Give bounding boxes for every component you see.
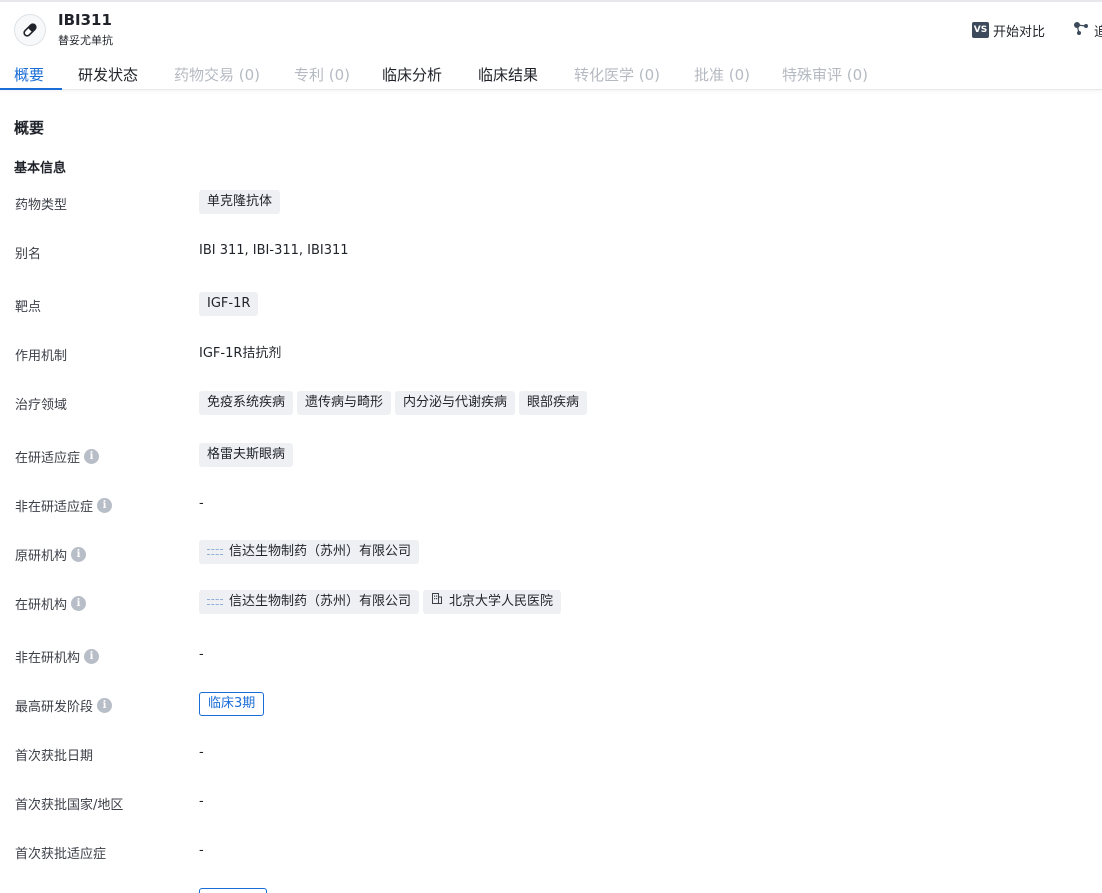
therapeutic-area-tag[interactable]: 内分泌与代谢疾病 bbox=[395, 391, 516, 415]
tab-clinical-results[interactable]: 临床结果 bbox=[478, 64, 538, 85]
track-label: 追 bbox=[1094, 24, 1102, 40]
basic-info-title: 基本信息 bbox=[14, 161, 67, 176]
first-approval-date-label-text: 首次获批日期 bbox=[15, 749, 94, 764]
mechanism-label-text: 作用机制 bbox=[15, 349, 68, 364]
active-indication-label: 在研适应症 i bbox=[15, 447, 100, 466]
first-approval-country-value: - bbox=[199, 794, 204, 809]
info-icon[interactable]: i bbox=[97, 698, 113, 713]
originator-value: 信达生物制药（苏州）有限公司 bbox=[199, 540, 420, 564]
first-approval-country-label-text: 首次获批国家/地区 bbox=[15, 798, 124, 813]
tab-translational-medicine[interactable]: 转化医学 (0) bbox=[574, 64, 660, 85]
track-button[interactable]: 追 bbox=[1072, 20, 1102, 40]
org-name: 北京大学人民医院 bbox=[449, 594, 554, 609]
mechanism-label: 作用机制 bbox=[15, 345, 67, 364]
target-label-text: 靶点 bbox=[15, 300, 42, 315]
tab-rd-status[interactable]: 研发状态 bbox=[78, 64, 138, 85]
active-indication-label-text: 在研适应症 bbox=[15, 451, 81, 466]
mechanism-value[interactable]: IGF-1R拮抗剂 bbox=[199, 342, 281, 361]
inactive-org-value: - bbox=[199, 647, 204, 662]
therapeutic-area-label-text: 治疗领域 bbox=[15, 398, 68, 413]
highest-phase-value: 临床3期 bbox=[199, 692, 265, 716]
highest-phase-label-text: 最高研发阶段 bbox=[15, 700, 94, 715]
drug-type-label: 药物类型 bbox=[15, 194, 67, 213]
inactive-org-label: 非在研机构 i bbox=[15, 647, 100, 666]
inactive-indication-value: - bbox=[199, 496, 204, 511]
active-tab-indicator bbox=[0, 88, 62, 90]
pill-icon bbox=[14, 14, 46, 46]
indication-tag[interactable]: 格雷夫斯眼病 bbox=[199, 443, 294, 467]
start-compare-button[interactable]: VS 开始对比 bbox=[972, 20, 1045, 40]
alias-label-text: 别名 bbox=[15, 247, 42, 262]
alias-value: IBI 311, IBI-311, IBI311 bbox=[199, 243, 349, 258]
vs-icon: VS bbox=[972, 22, 989, 38]
info-icon[interactable]: i bbox=[97, 498, 113, 513]
active-org-label-text: 在研机构 bbox=[15, 598, 68, 613]
org-name: 信达生物制药（苏州）有限公司 bbox=[229, 594, 412, 609]
first-approval-date-value: - bbox=[199, 745, 204, 760]
target-tag[interactable]: IGF-1R bbox=[199, 292, 259, 316]
phase-badge[interactable]: 临床3期 bbox=[199, 692, 265, 716]
target-value: IGF-1R bbox=[199, 292, 259, 316]
therapeutic-area-label: 治疗领域 bbox=[15, 394, 67, 413]
next-row-badge bbox=[199, 888, 267, 893]
originator-label: 原研机构 i bbox=[15, 545, 87, 564]
therapeutic-area-tag[interactable]: 遗传病与畸形 bbox=[297, 391, 392, 415]
org-tag[interactable]: 北京大学人民医院 bbox=[423, 590, 562, 614]
first-approval-country-label: 首次获批国家/地区 bbox=[15, 794, 123, 813]
drug-type-value: 单克隆抗体 bbox=[199, 190, 281, 214]
drug-name: IBI311 bbox=[58, 11, 112, 29]
alias-label: 别名 bbox=[15, 243, 41, 262]
first-approval-indication-value: - bbox=[199, 843, 204, 858]
tab-patents[interactable]: 专利 (0) bbox=[294, 64, 350, 85]
tab-overview[interactable]: 概要 bbox=[14, 64, 44, 85]
drug-type-label-text: 药物类型 bbox=[15, 198, 68, 213]
info-icon[interactable]: i bbox=[71, 547, 87, 562]
first-approval-indication-label-text: 首次获批适应症 bbox=[15, 847, 107, 862]
drug-generic-name: 替妥尤单抗 bbox=[58, 34, 113, 47]
inactive-indication-label: 非在研适应症 i bbox=[15, 496, 113, 515]
org-name: 信达生物制药（苏州）有限公司 bbox=[229, 544, 412, 559]
tab-drug-deals[interactable]: 药物交易 (0) bbox=[174, 64, 260, 85]
info-icon[interactable]: i bbox=[71, 596, 87, 611]
tab-clinical-analysis[interactable]: 临床分析 bbox=[382, 64, 442, 85]
org-tag[interactable]: 信达生物制药（苏州）有限公司 bbox=[199, 590, 420, 614]
tab-approvals[interactable]: 批准 (0) bbox=[694, 64, 750, 85]
active-org-label: 在研机构 i bbox=[15, 594, 87, 613]
originator-label-text: 原研机构 bbox=[15, 549, 68, 564]
active-org-value: 信达生物制药（苏州）有限公司 北京大学人民医院 bbox=[199, 590, 562, 614]
target-label: 靶点 bbox=[15, 296, 41, 315]
info-icon[interactable]: i bbox=[84, 449, 100, 464]
first-approval-date-label: 首次获批日期 bbox=[15, 745, 93, 764]
first-approval-indication-label: 首次获批适应症 bbox=[15, 843, 106, 862]
active-indication-value: 格雷夫斯眼病 bbox=[199, 443, 294, 467]
highest-phase-label: 最高研发阶段 i bbox=[15, 696, 113, 715]
hospital-building-icon bbox=[431, 590, 443, 614]
drug-header: IBI311 替妥尤单抗 VS 开始对比 追 bbox=[0, 0, 1102, 58]
company-logo-icon bbox=[207, 549, 223, 555]
network-icon bbox=[1072, 20, 1090, 40]
tab-bar: 概要 研发状态 药物交易 (0) 专利 (0) 临床分析 临床结果 转化医学 (… bbox=[0, 58, 1102, 90]
therapeutic-area-tag[interactable]: 免疫系统疾病 bbox=[199, 391, 294, 415]
inactive-org-label-text: 非在研机构 bbox=[15, 651, 81, 666]
info-icon[interactable]: i bbox=[84, 649, 100, 664]
drug-type-tag[interactable]: 单克隆抗体 bbox=[199, 190, 281, 214]
org-tag[interactable]: 信达生物制药（苏州）有限公司 bbox=[199, 540, 420, 564]
start-compare-label: 开始对比 bbox=[993, 24, 1046, 40]
inactive-indication-label-text: 非在研适应症 bbox=[15, 500, 94, 515]
therapeutic-area-value: 免疫系统疾病 遗传病与畸形 内分泌与代谢疾病 眼部疾病 bbox=[199, 391, 588, 415]
company-logo-icon bbox=[207, 599, 223, 605]
section-title: 概要 bbox=[14, 119, 45, 137]
tab-special-review[interactable]: 特殊审评 (0) bbox=[782, 64, 868, 85]
therapeutic-area-tag[interactable]: 眼部疾病 bbox=[519, 391, 588, 415]
